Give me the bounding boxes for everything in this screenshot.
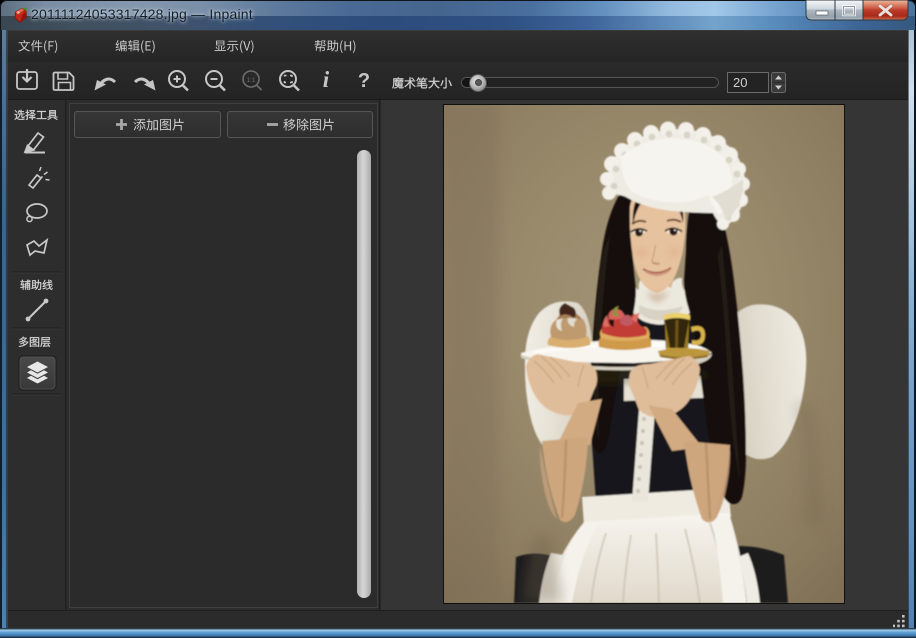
svg-text:i: i	[323, 67, 330, 92]
svg-text:1:1: 1:1	[246, 77, 255, 84]
svg-text:?: ?	[358, 70, 370, 92]
